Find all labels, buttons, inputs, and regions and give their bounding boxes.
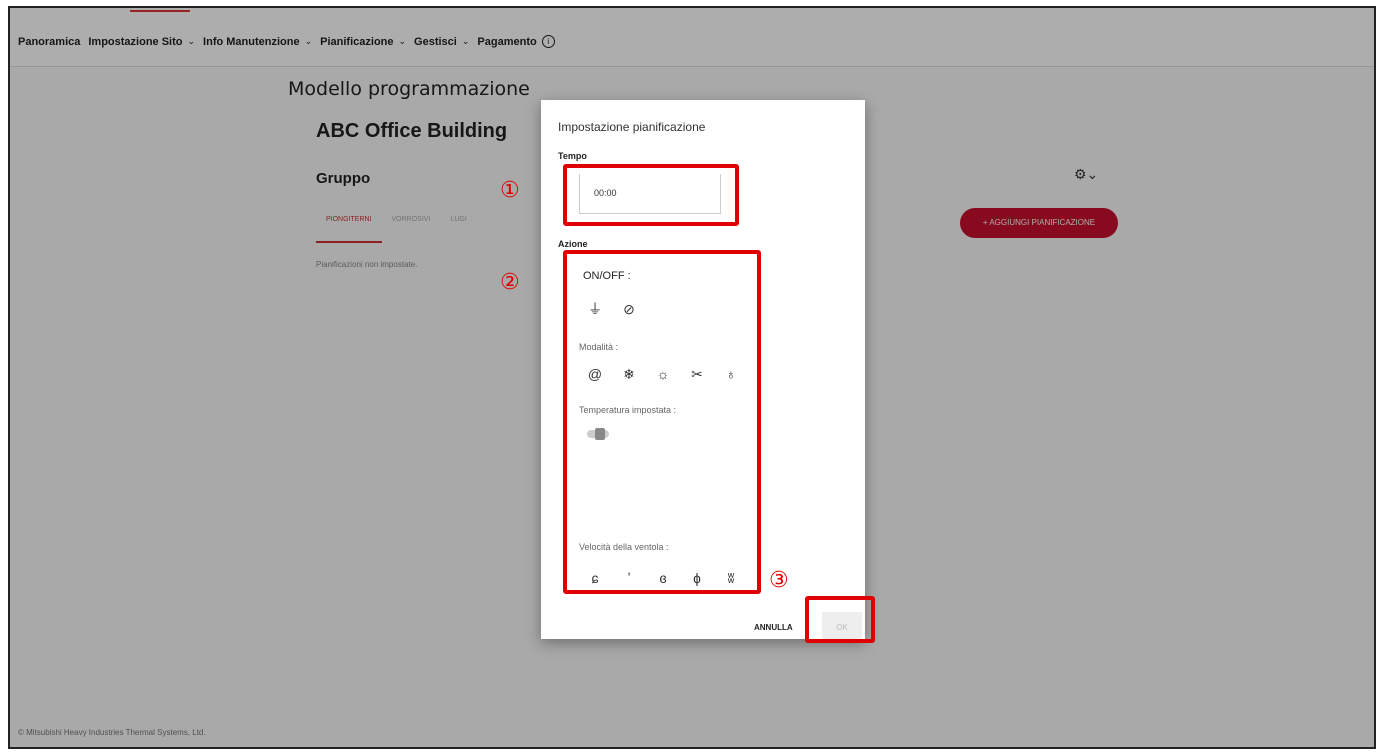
annotation-number-3: ③ — [769, 568, 789, 593]
annotation-box-time — [563, 164, 739, 226]
annotation-number-2: ② — [500, 270, 520, 295]
action-label: Azione — [558, 239, 588, 249]
time-label: Tempo — [558, 151, 587, 161]
dialog-title: Impostazione pianificazione — [558, 120, 706, 134]
cancel-button[interactable]: ANNULLA — [754, 623, 793, 632]
annotation-number-1: ① — [500, 178, 520, 203]
annotation-box-action — [563, 250, 761, 594]
annotation-box-ok — [805, 596, 875, 643]
app-window: Panoramica Impostazione Sito ⌄ Info Manuten… — [8, 6, 1376, 749]
